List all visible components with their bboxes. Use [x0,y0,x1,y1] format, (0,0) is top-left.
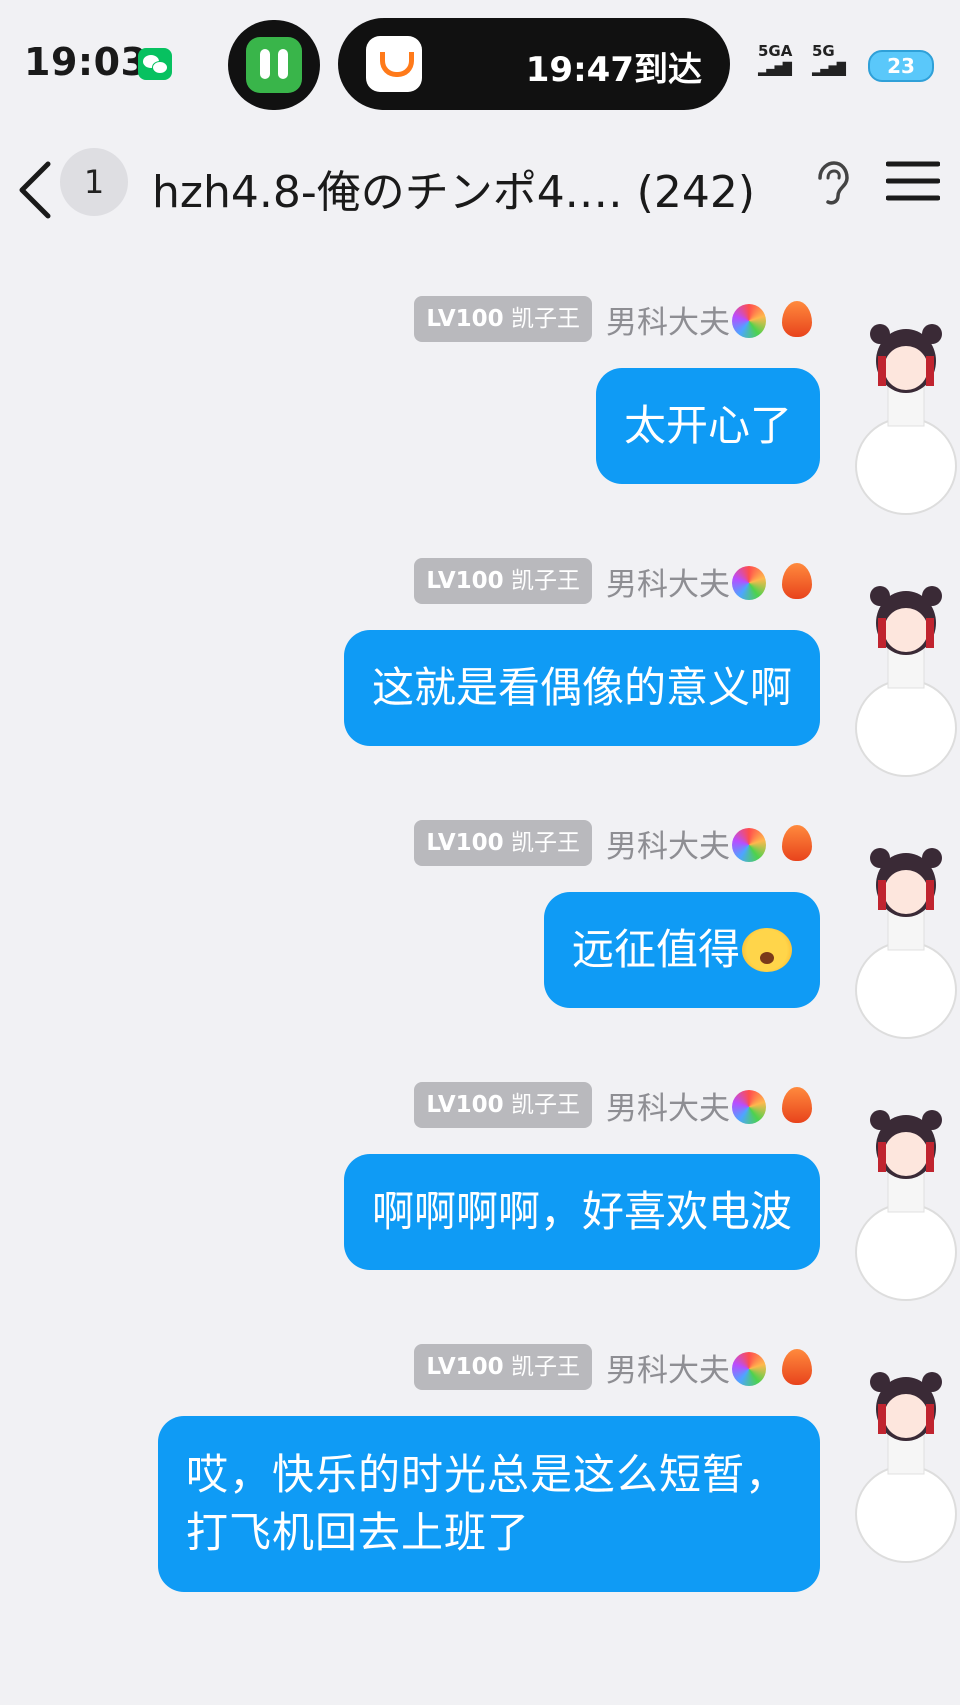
fire-icon [782,301,812,337]
avatar[interactable] [852,840,960,1040]
fire-icon [782,1349,812,1385]
status-bar: 19:03 19:47到达 5GA ▂▄▆█ 5G ▂▄▆█ 23 [0,0,960,130]
message-row: LV100 凯子王 男科大夫 这就是看偶像的意义啊 [0,558,960,788]
avatar[interactable] [852,1102,960,1302]
unread-count-badge[interactable]: 1 [60,148,128,216]
level-badge[interactable]: LV100 凯子王 [414,820,592,866]
menu-icon[interactable] [886,158,940,204]
level-badge[interactable]: LV100 凯子王 [414,558,592,604]
signal-5g-icon: 5G ▂▄▆█ [812,42,846,76]
message-meta: LV100 凯子王 男科大夫 [414,296,812,342]
message-bubble[interactable]: 远征值得 [543,892,820,1008]
sender-nickname[interactable]: 男科大夫 [606,297,730,342]
sender-nickname[interactable]: 男科大夫 [606,1083,730,1128]
fire-icon [782,825,812,861]
message-bubble[interactable]: 哎，快乐的时光总是这么短暂，打飞机回去上班了 [158,1416,820,1592]
level-badge[interactable]: LV100 凯子王 [414,296,592,342]
signal-5ga-icon: 5GA ▂▄▆█ [758,42,793,76]
message-meta: LV100 凯子王 男科大夫 [414,1344,812,1390]
fire-icon [782,563,812,599]
lollipop-icon [732,1090,766,1124]
dynamic-island[interactable]: 19:47到达 [338,18,730,110]
wechat-icon [138,48,172,80]
avatar[interactable] [852,578,960,778]
message-row: LV100 凯子王 男科大夫 哎，快乐的时光总是这么短暂，打飞机回去上班了 [0,1344,960,1644]
message-meta: LV100 凯子王 男科大夫 [414,1082,812,1128]
shocked-emoji-icon [742,928,792,972]
sender-nickname[interactable]: 男科大夫 [606,821,730,866]
message-bubble[interactable]: 啊啊啊啊，好喜欢电波 [343,1154,820,1270]
lollipop-icon [732,304,766,338]
avatar[interactable] [852,1364,960,1564]
sender-nickname[interactable]: 男科大夫 [606,559,730,604]
avatar[interactable] [852,316,960,516]
app-activity-icon[interactable] [228,20,320,110]
message-row: LV100 凯子王 男科大夫 啊啊啊啊，好喜欢电波 [0,1082,960,1312]
fire-icon [782,1087,812,1123]
green-app-icon [246,37,302,93]
ear-icon[interactable] [812,160,852,206]
message-bubble[interactable]: 这就是看偶像的意义啊 [343,630,820,746]
arrival-time: 19:47到达 [525,50,702,90]
message-bubble[interactable]: 太开心了 [595,368,820,484]
message-row: LV100 凯子王 男科大夫 远征值得 [0,820,960,1050]
message-row: LV100 凯子王 男科大夫 太开心了 [0,296,960,526]
message-meta: LV100 凯子王 男科大夫 [414,558,812,604]
lollipop-icon [732,566,766,600]
sender-nickname[interactable]: 男科大夫 [606,1345,730,1390]
back-arrow-icon[interactable] [14,158,58,222]
status-time: 19:03 [24,40,148,84]
level-badge[interactable]: LV100 凯子王 [414,1344,592,1390]
message-meta: LV100 凯子王 男科大夫 [414,820,812,866]
didi-icon [366,36,422,92]
level-badge[interactable]: LV100 凯子王 [414,1082,592,1128]
chat-title[interactable]: hzh4.8-俺のチンポ4.… (242) [152,156,755,220]
battery-icon: 23 [868,50,934,82]
lollipop-icon [732,828,766,862]
lollipop-icon [732,1352,766,1386]
